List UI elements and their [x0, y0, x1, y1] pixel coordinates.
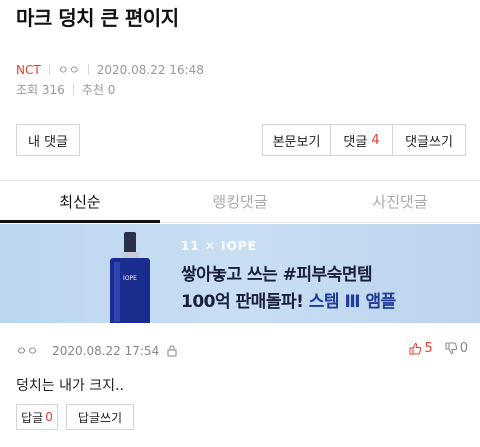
write-reply-button[interactable]: 답글쓰기 [66, 404, 134, 430]
comment-action-group: 본문보기 댓글 4 댓글쓰기 [262, 124, 466, 156]
thumbs-down-icon [445, 342, 457, 355]
divider [48, 64, 50, 75]
comments-count: 4 [371, 132, 380, 148]
tab-photo[interactable]: 사진댓글 [320, 181, 480, 222]
downvote-count: 0 [459, 341, 468, 356]
write-comment-button[interactable]: 댓글쓰기 [393, 125, 465, 155]
divider [72, 84, 74, 95]
tab-ranking[interactable]: 랭킹댓글 [160, 181, 320, 222]
ad-headline: 쌓아놓고 쓰는 #피부숙면템 [181, 265, 373, 285]
post-category[interactable]: NCT [16, 63, 41, 77]
ad-banner[interactable]: IOPE 11 ✕ IOPE 쌓아놓고 쓰는 #피부숙면템 100억 판매돌파!… [0, 224, 480, 323]
comment-author: ㅇㅇ [16, 344, 39, 358]
comment-body: 덩치는 내가 크지.. [16, 378, 124, 394]
post-views: 조회 316 [16, 83, 65, 97]
ampoule-bottle-image: IOPE [110, 232, 150, 323]
comment-votes: 5 0 [409, 341, 468, 356]
replies-label: 답글 [21, 410, 44, 425]
post-title: 마크 덩치 큰 편이지 [16, 6, 179, 30]
view-body-button[interactable]: 본문보기 [263, 125, 331, 155]
ad-sales-text: 100억 판매돌파! [181, 292, 304, 312]
thumbs-up-icon [409, 342, 422, 355]
ad-product-name: 스템 Ⅲ 앰플 [308, 292, 396, 312]
comments-button[interactable]: 댓글 4 [331, 125, 393, 155]
post-recommend: 추천 0 [81, 83, 116, 97]
downvote-button[interactable]: 0 [445, 341, 468, 356]
ad-subheadline: 100억 판매돌파! 스템 Ⅲ 앰플 [181, 287, 396, 312]
comment-datetime: 2020.08.22 17:54 [52, 343, 160, 358]
comments-label: 댓글 [343, 134, 368, 150]
ad-brand: 11 ✕ IOPE [181, 239, 257, 253]
upvote-count: 5 [424, 341, 433, 356]
comment-meta: ㅇㅇ 2020.08.22 17:54 [16, 342, 177, 359]
post-author: ㅇㅇ [57, 63, 80, 77]
tab-latest[interactable]: 최신순 [0, 181, 160, 223]
bottle-label: IOPE [123, 275, 137, 282]
post-stats: 조회 316 추천 0 [16, 81, 115, 98]
my-comments-button[interactable]: 내 댓글 [16, 124, 80, 156]
post-meta: NCT ㅇㅇ 2020.08.22 16:48 [16, 61, 204, 78]
post-datetime: 2020.08.22 16:48 [96, 62, 204, 77]
divider [87, 64, 89, 75]
comment-sort-tabs: 최신순 랭킹댓글 사진댓글 [0, 181, 480, 223]
replies-button[interactable]: 답글 0 [16, 404, 58, 430]
replies-count: 0 [45, 410, 53, 424]
lock-icon [167, 345, 177, 356]
upvote-button[interactable]: 5 [409, 341, 433, 356]
